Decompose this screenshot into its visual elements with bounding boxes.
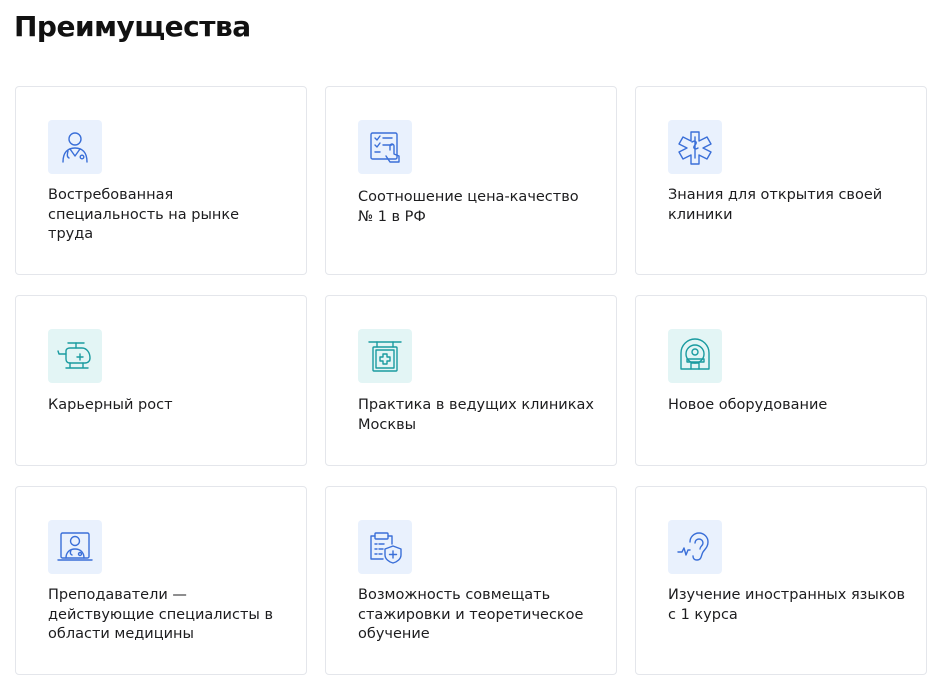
card-text: Соотношение цена-качество № 1 в РФ <box>358 189 579 225</box>
card-text: Знания для открытия своей клиники <box>668 187 883 223</box>
page-title: Преимущества <box>14 10 251 43</box>
doctor-icon <box>48 120 102 174</box>
mri-scanner-icon <box>668 329 722 383</box>
advantage-card: Изучение иностранных языков с 1 курса <box>635 486 927 675</box>
advantage-card: Карьерный рост <box>15 295 307 466</box>
clinic-sign-icon <box>358 329 412 383</box>
helicopter-icon <box>48 329 102 383</box>
medical-star-icon <box>668 120 722 174</box>
card-text: Изучение иностранных языков с 1 курса <box>668 587 905 623</box>
card-text: Новое оборудование <box>668 397 828 413</box>
advantage-card: Практика в ведущих клиниках Москвы <box>325 295 617 466</box>
ear-icon <box>668 520 722 574</box>
advantage-card: Соотношение цена-качество № 1 в РФ <box>325 86 617 275</box>
advantage-card: Знания для открытия своей клиники <box>635 86 927 275</box>
clipboard-shield-icon <box>358 520 412 574</box>
card-text: Практика в ведущих клиниках Москвы <box>358 397 594 433</box>
advantage-card: Новое оборудование <box>635 295 927 466</box>
advantage-card: Преподаватели — действующие специалисты … <box>15 486 307 675</box>
card-text: Преподаватели — действующие специалисты … <box>48 587 273 642</box>
card-text: Возможность совмещать стажировки и теоре… <box>358 587 584 642</box>
touch-screen-icon <box>358 120 412 174</box>
advantage-card: Возможность совмещать стажировки и теоре… <box>325 486 617 675</box>
online-doctor-icon <box>48 520 102 574</box>
advantage-card: Востребованная специальность на рынке тр… <box>15 86 307 275</box>
card-text: Востребованная специальность на рынке тр… <box>48 187 240 242</box>
card-text: Карьерный рост <box>48 397 173 413</box>
